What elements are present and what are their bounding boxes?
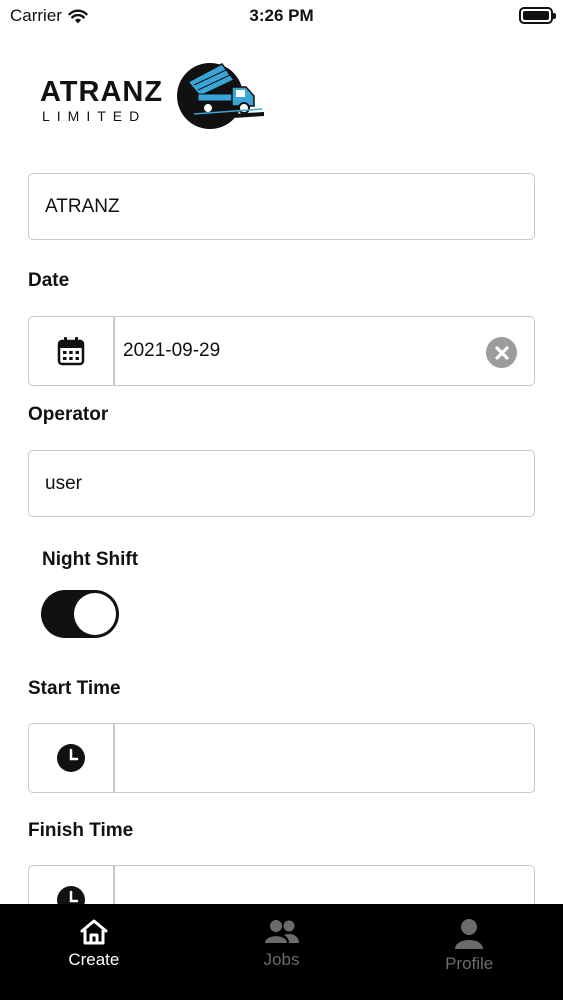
- night-shift-label: Night Shift: [42, 549, 139, 570]
- tab-create-label: Create: [68, 950, 120, 969]
- tab-jobs-label: Jobs: [263, 950, 300, 969]
- close-icon: [494, 345, 509, 360]
- operator-field[interactable]: user: [28, 450, 535, 517]
- tab-bar: Create Jobs Profile: [0, 904, 563, 1000]
- home-icon: [80, 919, 108, 945]
- dump-truck-icon: [177, 63, 264, 129]
- tab-create[interactable]: Create: [0, 904, 188, 1000]
- clock-icon: [57, 744, 85, 772]
- start-time-picker-button[interactable]: [29, 724, 115, 792]
- finish-time-label: Finish Time: [28, 820, 134, 841]
- company-field[interactable]: ATRANZ: [28, 173, 535, 240]
- date-label: Date: [28, 270, 70, 291]
- night-shift-toggle[interactable]: [41, 590, 119, 638]
- start-time-field[interactable]: [28, 723, 535, 793]
- tab-profile-label: Profile: [445, 954, 494, 973]
- company-value: ATRANZ: [45, 196, 120, 217]
- people-icon: [264, 920, 299, 943]
- operator-label: Operator: [28, 404, 109, 425]
- date-field[interactable]: 2021-09-29: [28, 316, 535, 386]
- date-picker-button[interactable]: [29, 317, 115, 385]
- date-value: 2021-09-29: [123, 340, 221, 361]
- status-time: 3:26 PM: [249, 6, 314, 25]
- tab-profile[interactable]: Profile: [375, 904, 563, 1000]
- tab-jobs[interactable]: Jobs: [188, 904, 376, 1000]
- logo-subtitle: LIMITED: [42, 108, 147, 124]
- operator-value: user: [45, 473, 82, 494]
- toggle-knob: [74, 593, 116, 635]
- clear-date-button[interactable]: [486, 337, 517, 368]
- status-bar: Carrier 3:26 PM: [0, 0, 563, 34]
- calendar-icon: [57, 337, 85, 366]
- start-time-label: Start Time: [28, 678, 121, 699]
- logo-name: ATRANZ: [40, 76, 164, 108]
- person-icon: [455, 919, 484, 949]
- company-logo: ATRANZ LIMITED: [40, 62, 270, 132]
- battery-icon: [519, 7, 556, 24]
